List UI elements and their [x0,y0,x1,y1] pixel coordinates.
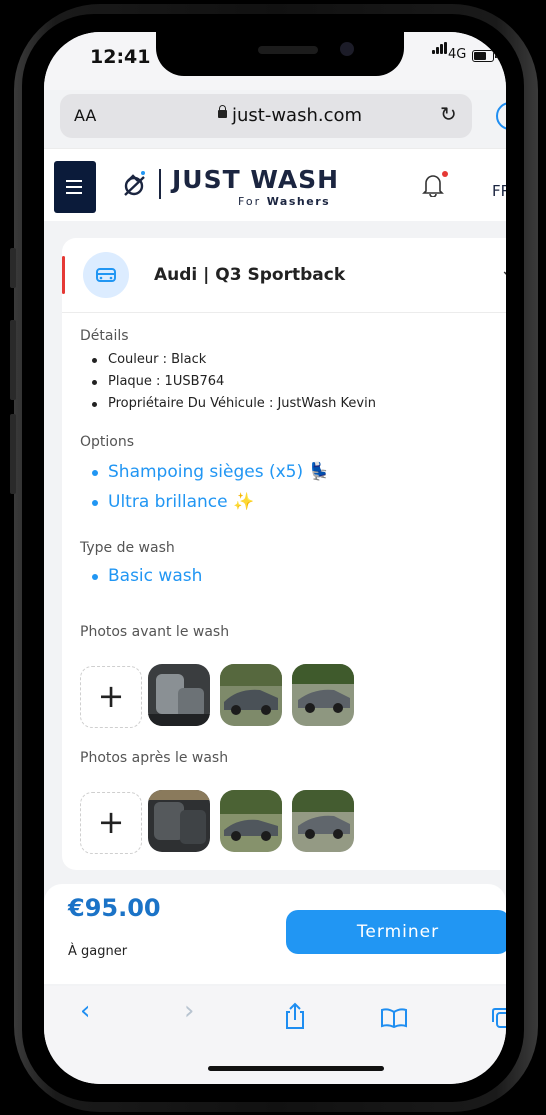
add-photo-after-button[interactable]: + [80,792,142,854]
battery-icon [472,50,497,62]
volume-up-button [10,320,16,400]
home-indicator[interactable] [208,1066,384,1071]
reload-icon[interactable]: ↻ [440,102,457,126]
forward-icon[interactable]: › [184,996,194,1026]
tabs-icon[interactable] [490,1006,506,1030]
share-icon[interactable] [284,1002,306,1030]
phone-screen: 12:41 4G AA just-wash.com ↻ ↓ JUST WASH [44,32,506,1084]
notification-badge [442,171,448,177]
add-photo-before-button[interactable]: + [80,666,142,728]
tagline-prefix: For [238,195,262,208]
photos-before-heading: Photos avant le wash [80,624,230,640]
logo-icon [124,171,145,196]
bookmarks-icon[interactable] [380,1008,408,1028]
photo-after-thumb[interactable] [148,790,210,852]
wash-type-heading: Type de wash [80,540,175,556]
detail-color: Couleur : Black [91,352,207,367]
finish-button[interactable]: Terminer [286,910,506,954]
back-icon[interactable]: ‹ [80,996,90,1026]
notch [156,32,404,76]
reader-settings-button[interactable]: AA [74,106,96,125]
checkout-panel: €95.00 À gagner Terminer [44,884,506,984]
wash-type-value: Basic wash [91,566,203,586]
earning-caption: À gagner [68,944,128,959]
logo-separator [159,169,161,199]
network-label: 4G [448,47,467,62]
download-icon[interactable]: ↓ [496,102,506,130]
photo-after-thumb[interactable] [220,790,282,852]
detail-owner: Propriétaire Du Véhicule : JustWash Kevi… [92,396,376,411]
address-bar[interactable]: AA just-wash.com ↻ [60,94,472,138]
details-heading: Détails [80,328,129,344]
language-switcher[interactable]: FR [492,182,506,200]
option-item: Ultra brillance ✨ [91,492,255,512]
detail-plate: Plaque : 1USB764 [91,374,225,389]
app-header: JUST WASH For Washers FR [44,148,506,221]
options-heading: Options [80,434,135,450]
mute-switch [10,248,16,288]
url-text[interactable]: just-wash.com [232,105,362,126]
front-camera [340,42,354,56]
photo-before-thumb[interactable] [292,664,354,726]
car-icon [96,268,116,282]
photo-before-thumb[interactable] [148,664,210,726]
tagline-word: Washers [266,195,331,208]
status-bar: 12:41 4G [44,32,506,90]
brand-name: JUST WASH [172,165,340,194]
chevron-down-icon[interactable]: ⌄ [500,260,506,281]
earning-amount: €95.00 [68,894,161,922]
browser-toolbar: ‹ › [44,986,506,1084]
option-item: Shampoing sièges (x5) 💺 [92,462,330,482]
volume-down-button [10,414,16,494]
bell-icon[interactable] [422,173,444,197]
vehicle-title: Audi | Q3 Sportback [154,265,346,285]
menu-icon[interactable] [54,161,96,213]
photos-after-heading: Photos après le wash [80,750,229,766]
vehicle-card-header[interactable]: Audi | Q3 Sportback ⌄ [62,238,506,313]
lock-icon [218,105,227,118]
speaker [258,46,318,54]
photo-before-thumb[interactable] [220,664,282,726]
car-badge [83,252,129,298]
photo-after-thumb[interactable] [292,790,354,852]
status-accent [62,256,65,294]
status-time: 12:41 [90,46,151,68]
brand-tagline: For Washers [238,195,330,208]
vehicle-card: Audi | Q3 Sportback ⌄ Détails Couleur : … [62,238,506,870]
